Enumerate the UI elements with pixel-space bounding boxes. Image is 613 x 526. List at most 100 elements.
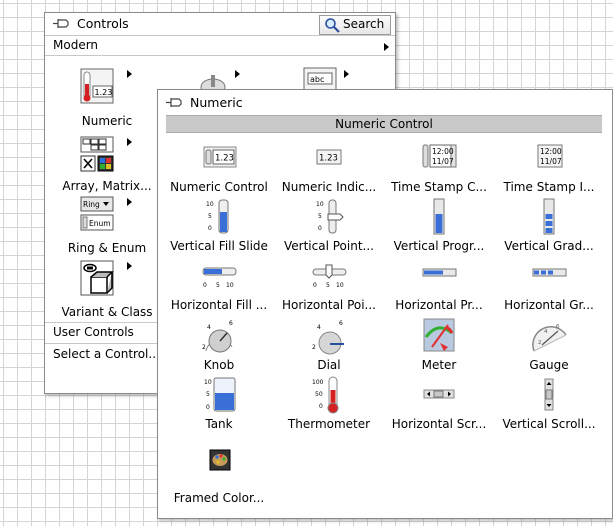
category-label: Array, Matrix... xyxy=(62,179,152,193)
svg-text:5: 5 xyxy=(216,282,220,289)
knob-item[interactable]: 2 4 6 Knob xyxy=(164,317,274,374)
search-button[interactable]: Search xyxy=(319,15,391,35)
vertical-pointer-slide-item[interactable]: 10 5 0 Vertical Point... xyxy=(274,198,384,255)
svg-text:10: 10 xyxy=(206,201,214,208)
item-label: Vertical Scroll... xyxy=(502,417,596,431)
svg-text:5: 5 xyxy=(326,282,330,289)
svg-text:0: 0 xyxy=(319,403,323,410)
vertical-progress-bar-item[interactable]: Vertical Progr... xyxy=(384,198,494,255)
vertical-graduated-bar-item[interactable]: Vertical Grad... xyxy=(494,198,604,255)
item-label: Horizontal Poi... xyxy=(281,298,376,312)
horizontal-progress-bar-icon xyxy=(422,268,457,277)
category-label: Ring & Enum xyxy=(67,241,147,255)
svg-text:2: 2 xyxy=(538,340,542,346)
svg-text:10: 10 xyxy=(204,379,212,386)
numeric-control-icon: 1.23 xyxy=(203,146,237,168)
horizontal-graduated-bar-item[interactable]: Horizontal Gr... xyxy=(494,257,604,314)
submenu-arrow-icon xyxy=(127,138,132,146)
svg-text:10: 10 xyxy=(336,282,344,289)
svg-text:4: 4 xyxy=(207,324,211,331)
dial-item[interactable]: 2 4 6 Dial xyxy=(274,317,384,374)
svg-text:6: 6 xyxy=(229,320,233,327)
vertical-scrollbar-icon xyxy=(544,378,554,411)
horizontal-fill-slide-item[interactable]: 0 5 10 Horizontal Fill ... xyxy=(164,257,274,314)
item-label: Vertical Point... xyxy=(284,239,374,253)
svg-text:4: 4 xyxy=(317,324,321,331)
svg-text:11/07: 11/07 xyxy=(432,157,454,166)
thermometer-item[interactable]: 100 50 0 Thermometer xyxy=(274,376,384,433)
controls-title: Controls xyxy=(77,16,129,31)
svg-text:5: 5 xyxy=(318,213,322,220)
framed-color-box-icon xyxy=(209,449,231,471)
horizontal-progress-bar-item[interactable]: Horizontal Pr... xyxy=(384,257,494,314)
submenu-arrow-icon xyxy=(235,70,240,78)
svg-text:6: 6 xyxy=(556,324,560,330)
svg-text:Ring: Ring xyxy=(83,200,100,209)
horizontal-graduated-bar-icon xyxy=(532,268,567,277)
pin-icon[interactable] xyxy=(165,96,183,109)
category-label: Numeric xyxy=(81,114,133,128)
category-variant-class[interactable]: Variant & Class xyxy=(47,259,167,321)
item-label: Horizontal Pr... xyxy=(395,298,483,312)
category-label: Variant & Class xyxy=(61,305,153,319)
numeric-title-bar[interactable]: Numeric xyxy=(158,90,612,115)
submenu-arrow-icon xyxy=(127,198,132,206)
item-label: Numeric Indic... xyxy=(281,180,377,194)
modern-category[interactable]: Modern xyxy=(45,36,395,56)
svg-text:12:00: 12:00 xyxy=(540,147,562,156)
svg-text:1.23: 1.23 xyxy=(95,88,113,97)
item-label: Thermometer xyxy=(287,417,371,431)
vertical-scrollbar-item[interactable]: Vertical Scroll... xyxy=(494,376,604,433)
item-label: Vertical Fill Slide xyxy=(170,239,268,253)
item-label: Meter xyxy=(421,358,457,372)
numeric-indicator-item[interactable]: 1.23 Numeric Indic... xyxy=(274,139,384,196)
time-stamp-control-item[interactable]: 12:00 11/07 Time Stamp C... xyxy=(384,139,494,196)
pin-icon[interactable] xyxy=(52,17,70,30)
ring-enum-icon: Ring Enum xyxy=(80,196,114,231)
category-numeric[interactable]: 1.23 Numeric xyxy=(47,63,167,133)
item-label: Framed Color... xyxy=(173,491,265,505)
submenu-arrow-icon xyxy=(127,262,132,270)
svg-text:Enum: Enum xyxy=(89,219,111,228)
item-label: Time Stamp C... xyxy=(391,180,487,194)
controls-title-bar[interactable]: Controls Search xyxy=(45,13,395,36)
search-label: Search xyxy=(343,17,385,31)
tank-item[interactable]: 10 5 0 Tank xyxy=(164,376,274,433)
svg-text:0: 0 xyxy=(203,282,207,289)
svg-text:abc: abc xyxy=(310,75,324,84)
select-control-item[interactable]: Select a Control... xyxy=(53,347,160,361)
category-ring-enum[interactable]: Ring Enum Ring & Enum xyxy=(47,195,167,257)
item-label: Vertical Grad... xyxy=(504,239,594,253)
item-label: Knob xyxy=(203,358,235,372)
svg-text:6: 6 xyxy=(339,320,343,327)
time-stamp-indicator-item[interactable]: 12:00 11/07 Time Stamp I... xyxy=(494,139,604,196)
time-stamp-control-icon: 12:00 11/07 xyxy=(422,144,457,168)
item-label: Vertical Progr... xyxy=(393,239,485,253)
framed-color-box-item[interactable]: Framed Color... xyxy=(164,446,274,511)
horizontal-pointer-slide-item[interactable]: 0 5 10 Horizontal Poi... xyxy=(274,257,384,314)
svg-text:0: 0 xyxy=(313,282,317,289)
svg-text:0: 0 xyxy=(206,404,210,411)
modern-label: Modern xyxy=(53,38,99,52)
vertical-fill-slide-item[interactable]: 10 5 0 Vertical Fill Slide xyxy=(164,198,274,255)
user-controls-item[interactable]: User Controls xyxy=(53,325,134,339)
selected-item-header: Numeric Control xyxy=(166,115,602,133)
vertical-fill-slide-icon: 10 5 0 xyxy=(206,199,229,234)
meter-icon xyxy=(423,318,455,352)
submenu-arrow-icon xyxy=(127,70,132,78)
horizontal-scrollbar-item[interactable]: Horizontal Scr... xyxy=(384,376,494,433)
tank-icon: 10 5 0 xyxy=(204,377,236,412)
meter-item[interactable]: Meter xyxy=(384,317,494,374)
gauge-item[interactable]: 2 4 6 Gauge xyxy=(494,317,604,374)
svg-text:5: 5 xyxy=(208,213,212,220)
svg-text:12:00: 12:00 xyxy=(432,147,454,156)
svg-text:10: 10 xyxy=(316,201,324,208)
horizontal-pointer-slide-icon: 0 5 10 xyxy=(312,264,347,289)
item-label: Dial xyxy=(317,358,341,372)
horizontal-fill-slide-icon: 0 5 10 xyxy=(202,267,237,289)
numeric-control-item[interactable]: 1.23 Numeric Control xyxy=(164,139,274,196)
svg-text:50: 50 xyxy=(315,391,323,398)
magnifier-icon xyxy=(325,18,340,33)
item-label: Numeric Control xyxy=(170,180,268,194)
category-array-matrix[interactable]: Array, Matrix... xyxy=(47,135,167,195)
